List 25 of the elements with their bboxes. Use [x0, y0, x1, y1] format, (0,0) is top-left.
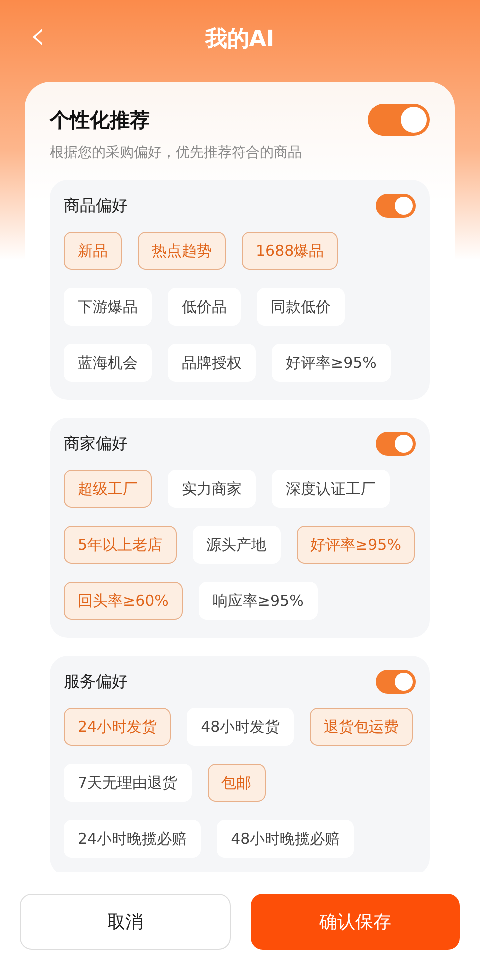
tag-chip[interactable]: 48小时发货	[187, 708, 294, 746]
tag-chip[interactable]: 源头产地	[192, 526, 281, 564]
tag-chip[interactable]: 48小时晚揽必赔	[217, 820, 354, 858]
tag-chip[interactable]: 品牌授权	[168, 344, 256, 382]
tag-chip[interactable]: 深度认证工厂	[272, 470, 390, 508]
tag-chip[interactable]: 蓝海机会	[64, 344, 152, 382]
tag-chip[interactable]: 低价品	[168, 288, 241, 326]
section-title: 个性化推荐	[50, 106, 150, 134]
tag-chip[interactable]: 好评率≥95%	[272, 344, 391, 382]
tag-chip[interactable]: 响应率≥95%	[198, 582, 318, 620]
toggle-switch[interactable]	[368, 104, 430, 136]
group-title: 服务偏好	[64, 672, 128, 692]
group-title: 商品偏好	[64, 196, 128, 216]
tag-chip[interactable]: 下游爆品	[64, 288, 152, 326]
tag-chip[interactable]: 7天无理由退货	[64, 764, 192, 802]
tag-chip[interactable]: 24小时晚揽必赔	[64, 820, 202, 858]
toggle-switch[interactable]	[376, 432, 416, 456]
tag-chip[interactable]: 实力商家	[168, 470, 256, 508]
group-title: 商家偏好	[64, 434, 128, 454]
page-title: 我的AI	[205, 26, 275, 54]
toggle-switch[interactable]	[376, 194, 416, 218]
cancel-button[interactable]: 取消	[20, 894, 231, 950]
toggle-switch[interactable]	[376, 670, 416, 694]
description-text: 根据您的采购偏好，优先推荐符合的商品	[50, 144, 303, 162]
tag-chip[interactable]: 同款低价	[257, 288, 345, 326]
